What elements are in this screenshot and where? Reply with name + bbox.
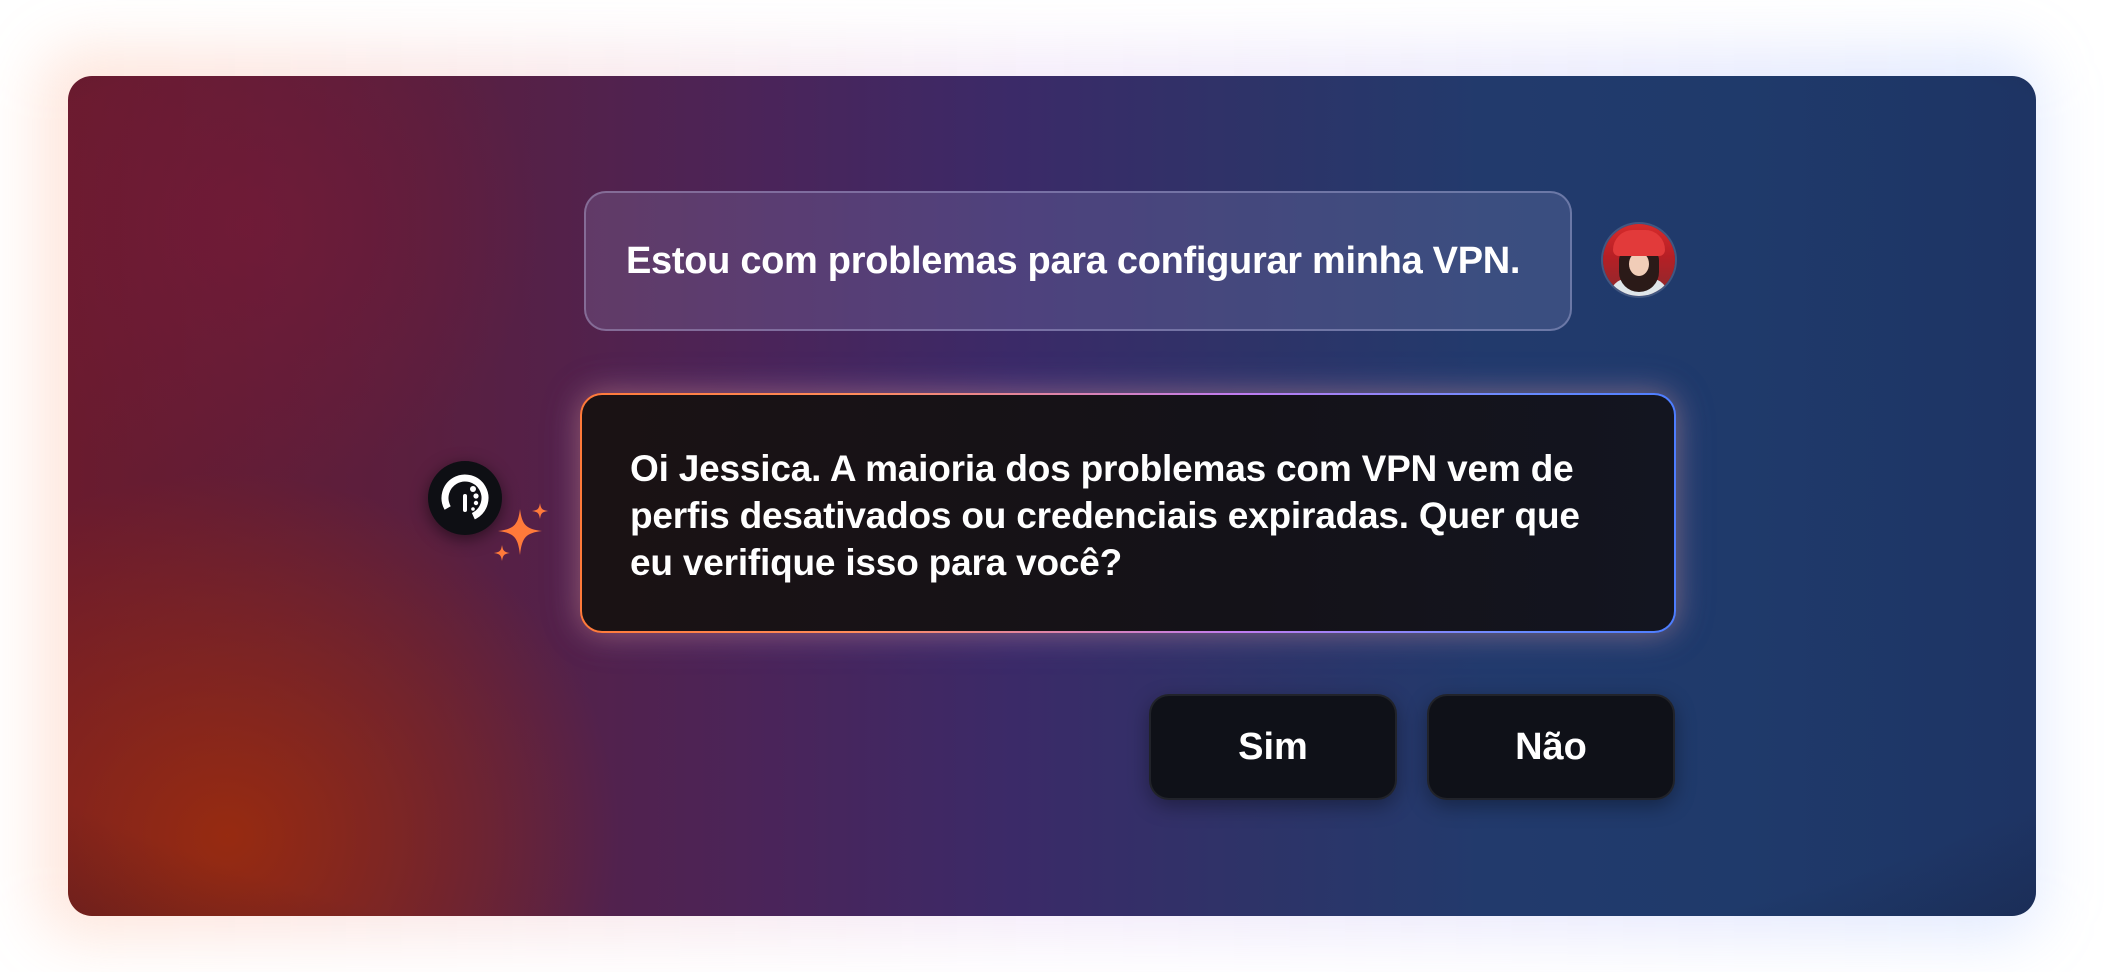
assistant-message-text: Oi Jessica. A maioria dos problemas com … [630,448,1580,583]
assistant-message-bubble: Oi Jessica. A maioria dos problemas com … [580,393,1676,633]
avatar-hat [1613,230,1665,256]
sparkle-icon [494,503,548,561]
assistant-message-body: Oi Jessica. A maioria dos problemas com … [582,395,1674,631]
user-message-bubble: Estou com problemas para configurar minh… [584,191,1572,331]
user-message-text: Estou com problemas para configurar minh… [626,239,1521,282]
user-avatar [1603,224,1675,296]
no-button-label: Não [1515,725,1587,768]
yes-button-label: Sim [1238,725,1308,768]
yes-button[interactable]: Sim [1149,694,1397,800]
no-button[interactable]: Não [1427,694,1675,800]
